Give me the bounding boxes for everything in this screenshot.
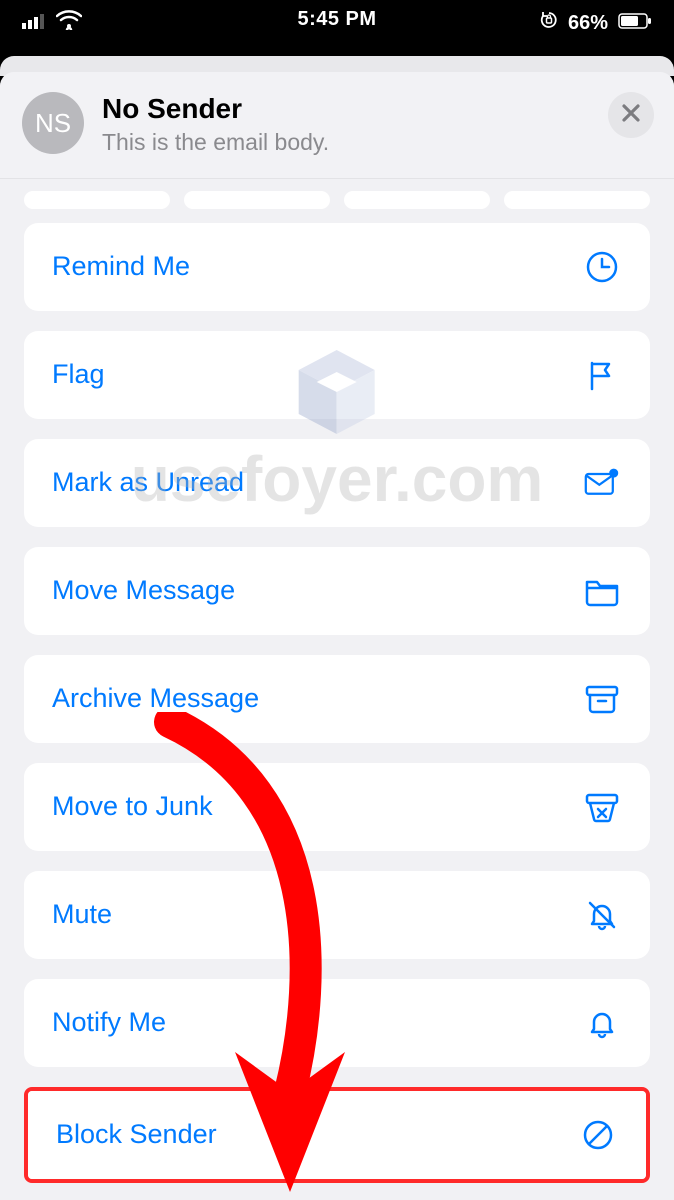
action-label: Mark as Unread (52, 467, 244, 498)
battery-icon (618, 12, 652, 35)
action-flag[interactable]: Flag (24, 331, 650, 419)
device-frame: 5:45 PM 66% NS No Sender This is the ema… (0, 0, 674, 1200)
action-sheet: NS No Sender This is the email body. Rem… (0, 72, 674, 1200)
action-label: Flag (52, 359, 105, 390)
annotation-highlight-box: Block Sender (24, 1087, 650, 1183)
wifi-icon (56, 10, 82, 36)
flag-icon (582, 355, 622, 395)
folder-icon (582, 571, 622, 611)
action-label: Mute (52, 899, 112, 930)
email-preview: This is the email body. (102, 129, 600, 156)
close-button[interactable] (608, 92, 654, 138)
status-time: 5:45 PM (297, 8, 376, 31)
sheet-header: NS No Sender This is the email body. (0, 72, 674, 179)
battery-percent: 66% (568, 12, 608, 35)
action-label: Remind Me (52, 251, 190, 282)
cellular-icon (22, 12, 46, 35)
action-notify-me[interactable]: Notify Me (24, 979, 650, 1067)
action-label: Move Message (52, 575, 235, 606)
action-label: Move to Junk (52, 791, 213, 822)
sender-name: No Sender (102, 94, 600, 125)
action-label: Block Sender (56, 1119, 217, 1150)
close-icon (620, 102, 642, 129)
action-archive-message[interactable]: Archive Message (24, 655, 650, 743)
row-peek (24, 191, 650, 209)
archive-icon (582, 679, 622, 719)
bell-slash-icon (582, 895, 622, 935)
action-remind-me[interactable]: Remind Me (24, 223, 650, 311)
action-move-message[interactable]: Move Message (24, 547, 650, 635)
action-move-junk[interactable]: Move to Junk (24, 763, 650, 851)
action-mute[interactable]: Mute (24, 871, 650, 959)
block-icon (578, 1115, 618, 1155)
junk-icon (582, 787, 622, 827)
orientation-lock-icon (540, 11, 558, 35)
envelope-dot-icon (582, 463, 622, 503)
action-mark-unread[interactable]: Mark as Unread (24, 439, 650, 527)
action-label: Archive Message (52, 683, 259, 714)
action-list: Remind Me Flag Mark as Unread (0, 179, 674, 1183)
status-bar: 5:45 PM 66% (0, 0, 674, 42)
clock-icon (582, 247, 622, 287)
sender-avatar: NS (22, 92, 84, 154)
action-label: Notify Me (52, 1007, 166, 1038)
bell-icon (582, 1003, 622, 1043)
action-block-sender[interactable]: Block Sender (28, 1091, 646, 1179)
